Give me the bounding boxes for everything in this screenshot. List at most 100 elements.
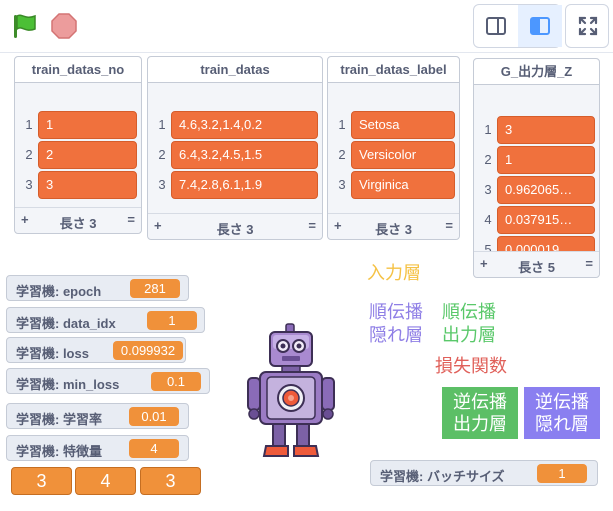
list-item-value[interactable]: 3 <box>38 171 137 199</box>
list-item[interactable]: 3 7.4,2.8,6.1,1.9 <box>148 170 322 200</box>
list-title: train_datas_no <box>15 57 141 83</box>
list-train-datas: train_datas 1 4.6,3.2,1.4,0.2 2 6.4,3.2,… <box>147 56 323 240</box>
list-item[interactable]: 1 Setosa <box>328 110 459 140</box>
variable-loss[interactable]: 学習機: loss 0.099932 <box>6 337 186 363</box>
variable-label: 学習機: 学習率 <box>16 412 102 427</box>
list-item[interactable]: 1 1 <box>15 110 141 140</box>
list-index: 3 <box>338 177 346 192</box>
backward-hidden-label: 逆伝播 隠れ層 <box>524 387 600 439</box>
list-item-value[interactable]: 6.4,3.2,4.5,1.5 <box>171 141 318 169</box>
list-item[interactable]: 2 1 <box>474 145 599 175</box>
backward-output-line2: 出力層 <box>453 414 507 434</box>
variable-learning-rate[interactable]: 学習機: 学習率 0.01 <box>6 403 189 429</box>
list-item-value[interactable]: 1 <box>38 111 137 139</box>
list-train-datas-no: train_datas_no 1 1 2 2 3 3 + 長さ 3 = <box>14 56 142 234</box>
list-item[interactable]: 3 3 <box>15 170 141 200</box>
list-index: 3 <box>25 177 33 192</box>
list-index: 2 <box>158 147 166 162</box>
list-item-value[interactable]: 3 <box>497 116 595 144</box>
variable-epoch[interactable]: 学習機: epoch 281 <box>6 275 189 301</box>
list-index: 3 <box>484 182 492 197</box>
list-item[interactable]: 1 3 <box>474 115 599 145</box>
stage-size-toggle <box>473 4 562 48</box>
list-title: train_datas_label <box>328 57 459 83</box>
list-title: train_datas <box>148 57 322 83</box>
backward-output-line1: 逆伝播 <box>453 392 507 412</box>
forward-output-label-line1: 順伝播 <box>442 302 496 322</box>
list-length: 長さ 3 <box>59 216 97 231</box>
backward-output-label: 逆伝播 出力層 <box>442 387 518 439</box>
loss-function-label: 損失関数 <box>435 356 507 376</box>
list-length: 長さ 3 <box>375 222 412 237</box>
list-item-value[interactable]: 1 <box>497 146 595 174</box>
list-index: 3 <box>158 177 166 192</box>
variable-value: 1 <box>537 464 587 483</box>
list-resize-handle[interactable]: = <box>445 218 453 233</box>
fullscreen-icon[interactable] <box>566 5 610 47</box>
list-resize-handle[interactable]: = <box>308 218 316 233</box>
variable-value: 0.1 <box>151 372 201 391</box>
list-index: 1 <box>484 122 492 137</box>
forward-output-label-line2: 出力層 <box>442 325 496 345</box>
list-footer: + 長さ 3 = <box>15 207 141 233</box>
variable-batch-size[interactable]: 学習機: バッチサイズ 1 <box>370 460 598 486</box>
variable-value: 4 <box>129 439 179 458</box>
list-footer: + 長さ 3 = <box>328 213 459 239</box>
variable-min-loss[interactable]: 学習機: min_loss 0.1 <box>6 368 210 394</box>
large-readout[interactable]: 3 <box>11 467 72 495</box>
robot-sprite-icon[interactable] <box>240 322 340 462</box>
list-resize-handle[interactable]: = <box>127 212 135 227</box>
variable-data-idx[interactable]: 学習機: data_idx 1 <box>6 307 205 333</box>
green-flag-icon[interactable] <box>8 10 42 42</box>
list-item-value[interactable]: Versicolor <box>351 141 455 169</box>
variable-label: 学習機: loss <box>16 346 89 361</box>
list-item[interactable]: 2 Versicolor <box>328 140 459 170</box>
list-resize-handle[interactable]: = <box>585 256 593 271</box>
variable-value: 0.099932 <box>113 341 183 360</box>
small-stage-icon[interactable] <box>474 5 518 47</box>
stop-icon[interactable] <box>48 10 80 42</box>
backward-hidden-line1: 逆伝播 <box>535 392 589 412</box>
stage-header <box>0 0 613 52</box>
list-item[interactable]: 3 0.962065… <box>474 175 599 205</box>
fullscreen-button[interactable] <box>565 4 609 48</box>
list-index: 1 <box>25 117 33 132</box>
list-item[interactable]: 2 6.4,3.2,4.5,1.5 <box>148 140 322 170</box>
list-footer: + 長さ 3 = <box>148 213 322 239</box>
list-item-value[interactable]: Setosa <box>351 111 455 139</box>
list-item[interactable]: 4 0.037915… <box>474 205 599 235</box>
large-readout[interactable]: 3 <box>140 467 201 495</box>
large-readout[interactable]: 4 <box>75 467 136 495</box>
list-index: 1 <box>338 117 346 132</box>
backward-hidden-line2: 隠れ層 <box>535 414 589 434</box>
variable-value: 1 <box>147 311 197 330</box>
list-train-datas-label: train_datas_label 1 Setosa 2 Versicolor … <box>327 56 460 240</box>
forward-hidden-label-line2: 隠れ層 <box>369 325 423 345</box>
variable-label: 学習機: data_idx <box>16 316 116 331</box>
list-index: 2 <box>338 147 346 162</box>
list-item-value[interactable]: 0.037915… <box>497 206 595 234</box>
list-index: 2 <box>25 147 33 162</box>
list-footer: + 長さ 5 = <box>474 251 599 277</box>
list-g-output-z: G_出力層_Z 1 3 2 1 3 0.962065… 4 0.037915… … <box>473 58 600 278</box>
variable-label: 学習機: epoch <box>16 284 102 299</box>
variable-label: 学習機: min_loss <box>16 377 120 392</box>
variable-value: 281 <box>130 279 180 298</box>
list-index: 1 <box>158 117 166 132</box>
list-item-value[interactable]: Virginica <box>351 171 455 199</box>
list-index: 2 <box>484 152 492 167</box>
list-item-value[interactable]: 2 <box>38 141 137 169</box>
normal-stage-icon[interactable] <box>518 5 562 47</box>
list-item-value[interactable]: 7.4,2.8,6.1,1.9 <box>171 171 318 199</box>
variable-feature-count[interactable]: 学習機: 特徴量 4 <box>6 435 189 461</box>
list-item-value[interactable]: 0.962065… <box>497 176 595 204</box>
variable-label: 学習機: 特徴量 <box>16 444 102 459</box>
list-item[interactable]: 1 4.6,3.2,1.4,0.2 <box>148 110 322 140</box>
list-index: 4 <box>484 212 492 227</box>
list-item[interactable]: 3 Virginica <box>328 170 459 200</box>
variable-label: 学習機: バッチサイズ <box>380 469 505 484</box>
list-length: 長さ 5 <box>518 260 555 275</box>
list-item[interactable]: 2 2 <box>15 140 141 170</box>
forward-hidden-label-line1: 順伝播 <box>369 302 423 322</box>
list-item-value[interactable]: 4.6,3.2,1.4,0.2 <box>171 111 318 139</box>
